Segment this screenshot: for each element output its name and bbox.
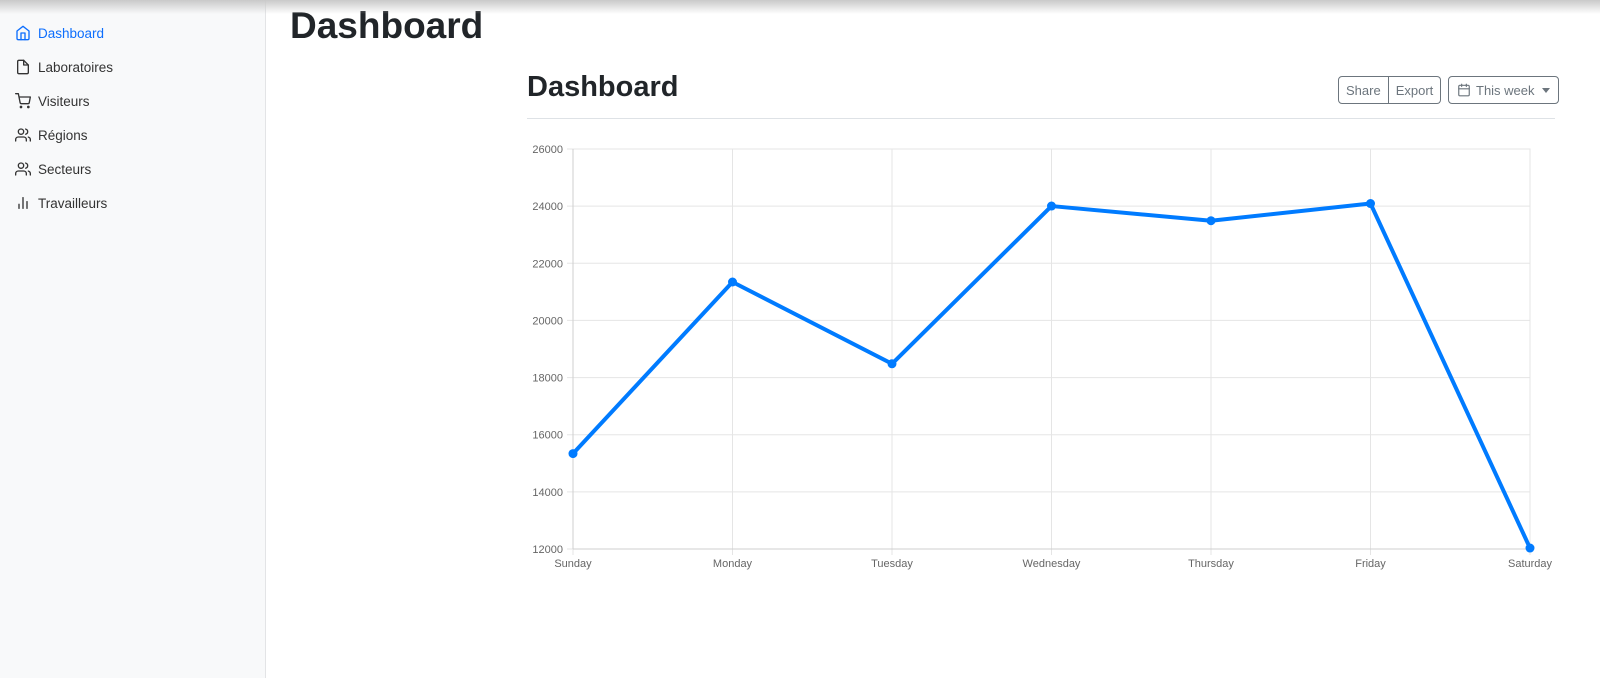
data-point [887, 359, 897, 369]
x-tick-label: Tuesday [871, 558, 913, 570]
y-tick-label: 14000 [532, 487, 563, 499]
line-chart: 12000 14000 16000 18000 20000 22000 24000 26000… [532, 144, 1553, 570]
data-point [1366, 199, 1375, 209]
y-tick-label: 12000 [532, 544, 563, 556]
x-tick-label: Friday [1355, 558, 1386, 570]
y-tick-label: 26000 [532, 144, 563, 156]
data-point [568, 449, 578, 459]
y-tick-label: 22000 [532, 258, 563, 270]
x-tick-label: Wednesday [1023, 558, 1081, 570]
data-point [728, 277, 737, 287]
y-tick-label: 16000 [532, 430, 563, 442]
x-tick-label: Sunday [554, 558, 592, 570]
data-point [1525, 543, 1535, 553]
data-point [1206, 216, 1216, 226]
data-point [1047, 201, 1056, 211]
y-tick-label: 18000 [532, 373, 563, 385]
y-tick-label: 24000 [532, 201, 563, 213]
x-tick-label: Monday [713, 558, 753, 570]
x-tick-label: Saturday [1508, 558, 1553, 570]
x-tick-label: Thursday [1188, 558, 1234, 570]
y-tick-label: 20000 [532, 315, 563, 327]
